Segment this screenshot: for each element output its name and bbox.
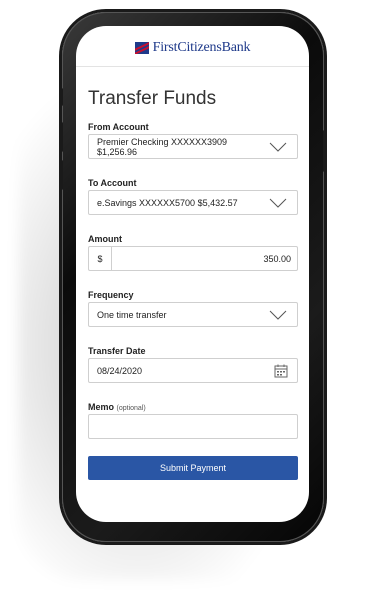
from-account-label: From Account: [88, 122, 149, 132]
amount-label: Amount: [88, 234, 122, 244]
phone-screen: FirstCitizensBank Transfer Funds From Ac…: [76, 26, 309, 522]
page-title: Transfer Funds: [88, 88, 217, 109]
currency-symbol: $: [89, 247, 112, 270]
memo-optional-hint: (optional): [116, 405, 146, 412]
frequency-value: One time transfer: [97, 309, 167, 320]
brand-name: FirstCitizensBank: [152, 40, 251, 55]
phone-side-button: [60, 122, 63, 152]
transfer-form: Transfer Funds: [76, 88, 309, 112]
transfer-date-label: Transfer Date: [88, 346, 146, 356]
to-account-label: To Account: [88, 178, 137, 188]
amount-value: 350.00: [263, 253, 291, 264]
frequency-label: Frequency: [88, 290, 134, 300]
chevron-down-icon: [267, 197, 289, 209]
transfer-date-value: 08/24/2020: [97, 365, 143, 376]
frequency-select[interactable]: One time transfer: [88, 302, 298, 327]
app-header: FirstCitizensBank: [76, 26, 309, 67]
phone-side-button: [60, 160, 63, 190]
submit-payment-button[interactable]: Submit Payment: [88, 456, 298, 480]
flag-logo-icon: [134, 42, 149, 54]
phone-side-button: [60, 88, 63, 106]
to-account-select[interactable]: e.Savings XXXXXX5700 $5,432.57: [88, 190, 298, 215]
from-account-value: Premier Checking XXXXXX3909 $1,256.96: [97, 136, 228, 157]
memo-label-text: Memo: [88, 402, 115, 412]
calendar-icon[interactable]: [273, 363, 289, 379]
to-account-value: e.Savings XXXXXX5700 $5,432.57: [97, 197, 238, 208]
amount-field[interactable]: $ 350.00: [88, 246, 298, 271]
chevron-down-icon: [267, 309, 289, 321]
brand-logo: FirstCitizensBank: [134, 40, 251, 56]
chevron-down-icon: [267, 141, 289, 153]
phone-power-button: [323, 130, 326, 172]
transfer-date-field[interactable]: 08/24/2020: [88, 358, 298, 383]
from-account-select[interactable]: Premier Checking XXXXXX3909 $1,256.96: [88, 134, 298, 159]
memo-input[interactable]: [88, 414, 298, 439]
memo-label: Memo (optional): [88, 402, 146, 412]
